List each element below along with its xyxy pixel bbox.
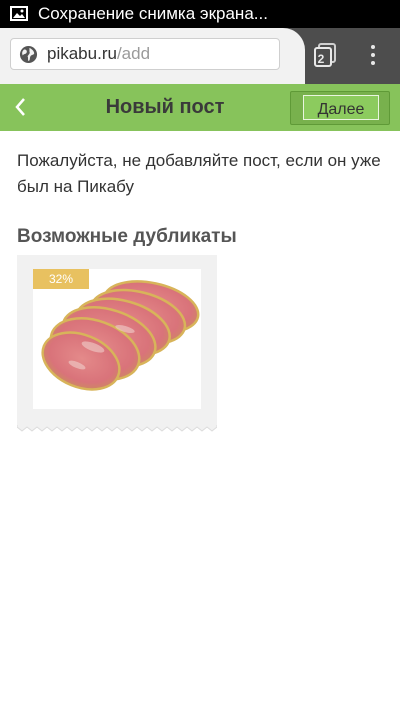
status-notification-text: Сохранение снимка экрана...	[38, 4, 268, 23]
browser-tab: pikabu.ru/add	[0, 28, 305, 84]
url-domain: pikabu.ru	[47, 44, 117, 63]
match-percentage-badge: 32%	[33, 269, 89, 289]
status-bar: Сохранение снимка экрана...	[0, 0, 400, 28]
url-text: pikabu.ru/add	[47, 44, 150, 64]
browser-toolbar: pikabu.ru/add 2	[0, 28, 400, 84]
url-bar[interactable]: pikabu.ru/add	[10, 38, 280, 70]
duplicate-notice: Пожалуйста, не добавляйте пост, если он …	[17, 151, 381, 196]
page-title: Новый пост	[105, 96, 225, 118]
next-button[interactable]: Далее	[290, 91, 390, 125]
duplicate-thumbnail[interactable]	[33, 269, 201, 409]
raw-meat-image	[41, 280, 200, 391]
url-path: /add	[116, 44, 151, 63]
image-icon	[10, 6, 28, 21]
card-zigzag-edge	[17, 425, 217, 432]
globe-icon	[19, 45, 38, 64]
app-header: Новый пост Далее	[0, 84, 400, 131]
next-button-label: Далее	[303, 95, 379, 120]
duplicates-heading: Возможные дубликаты	[17, 226, 237, 247]
tab-count: 2	[317, 52, 325, 66]
browser-menu-button[interactable]	[365, 42, 381, 70]
tabs-button[interactable]: 2	[313, 42, 337, 68]
duplicate-card[interactable]: 32%	[17, 255, 217, 432]
more-vert-icon	[365, 42, 381, 65]
